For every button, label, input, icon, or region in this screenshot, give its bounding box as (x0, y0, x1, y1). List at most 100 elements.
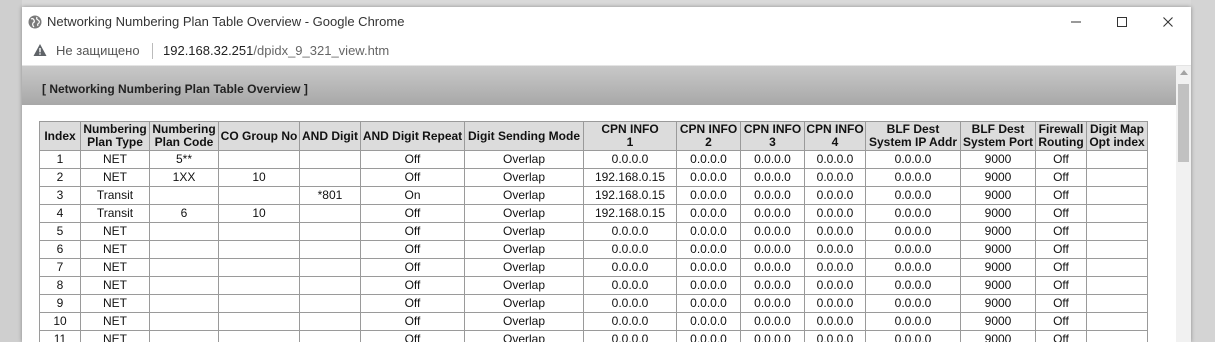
table-cell: 1 (39, 150, 81, 169)
table-cell: Overlap (464, 294, 584, 313)
maximize-button[interactable] (1099, 7, 1145, 37)
table-cell (1086, 258, 1148, 277)
table-row: 9 NET Off Overlap 0.0.0.0 0.0.0.0 0.0.0.0 0.0.0… (39, 294, 1148, 313)
table-cell: 0.0.0.0 (740, 168, 805, 187)
table-cell: 0.0.0.0 (865, 312, 961, 331)
table-cell: NET (80, 330, 150, 342)
table-cell: 0.0.0.0 (676, 312, 741, 331)
table-cell: Overlap (464, 240, 584, 259)
table-cell: 9000 (960, 258, 1036, 277)
table-cell: 0.0.0.0 (865, 276, 961, 295)
table-cell: 10 (39, 312, 81, 331)
table-cell (218, 312, 300, 331)
table-cell (299, 222, 361, 241)
table-cell (149, 276, 219, 295)
window-title: Networking Numbering Plan Table Overview… (47, 14, 405, 29)
table-cell: Overlap (464, 312, 584, 331)
table-row: 7 NET Off Overlap 0.0.0.0 0.0.0.0 0.0.0.0 0.0.0… (39, 258, 1148, 277)
column-header: Numbering Plan Type (80, 121, 150, 151)
table-cell: 0.0.0.0 (740, 240, 805, 259)
table-cell: Off (1035, 204, 1087, 223)
column-header-text: CO Group No (220, 128, 298, 143)
column-header-text: System Port (962, 135, 1034, 149)
table-cell: Overlap (464, 168, 584, 187)
url-text[interactable]: 192.168.32.251/dpidx_9_321_view.htm (163, 43, 389, 58)
table-cell: 0.0.0.0 (583, 312, 677, 331)
table-cell: 0.0.0.0 (865, 294, 961, 313)
column-header: Digit Map Opt index (1086, 121, 1148, 151)
table-row: 8 NET Off Overlap 0.0.0.0 0.0.0.0 0.0.0.0 0.0.0… (39, 276, 1148, 295)
table-cell: 9000 (960, 330, 1036, 342)
table-cell: On (360, 186, 465, 205)
table-cell: 9000 (960, 294, 1036, 313)
column-header-text: Numbering (152, 122, 216, 136)
table-cell: NET (80, 258, 150, 277)
column-header: Numbering Plan Code (149, 121, 219, 151)
table-cell (299, 312, 361, 331)
globe-icon (28, 15, 42, 29)
table-cell (1086, 330, 1148, 342)
warning-triangle-icon[interactable] (33, 43, 47, 57)
table-cell: 0.0.0.0 (740, 276, 805, 295)
table-cell: 7 (39, 258, 81, 277)
minimize-button[interactable] (1053, 7, 1099, 37)
column-header: Index (39, 121, 81, 151)
table-cell (218, 276, 300, 295)
maximize-icon (1117, 17, 1127, 27)
table-cell (218, 150, 300, 169)
column-header-text: AND Digit Repeat (362, 128, 463, 143)
table-cell: 9000 (960, 150, 1036, 169)
table-cell (299, 150, 361, 169)
table-cell (1086, 204, 1148, 223)
table-cell: NET (80, 222, 150, 241)
table-cell: 0.0.0.0 (865, 258, 961, 277)
table-cell: 0.0.0.0 (804, 312, 866, 331)
vertical-scrollbar[interactable] (1176, 66, 1191, 342)
table-cell (1086, 294, 1148, 313)
table-cell: 0.0.0.0 (865, 168, 961, 187)
table-cell: Off (1035, 186, 1087, 205)
table-cell (299, 294, 361, 313)
column-header-text: Digit Map (1090, 122, 1144, 136)
table-cell: 4 (39, 204, 81, 223)
desktop-background-right (1191, 0, 1215, 342)
table-cell: 0.0.0.0 (676, 186, 741, 205)
close-button[interactable] (1145, 7, 1191, 37)
table-cell (1086, 150, 1148, 169)
column-header-text: System IP Addr (868, 135, 958, 149)
table-cell (149, 222, 219, 241)
table-cell: 0.0.0.0 (865, 150, 961, 169)
table-cell: 10 (218, 168, 300, 187)
table-cell: 0.0.0.0 (804, 222, 866, 241)
table-cell: 9000 (960, 312, 1036, 331)
table-cell: Overlap (464, 204, 584, 223)
table-cell: 9000 (960, 222, 1036, 241)
security-label[interactable]: Не защищено (56, 43, 140, 58)
table-cell: 5 (39, 222, 81, 241)
address-bar[interactable]: Не защищено 192.168.32.251/dpidx_9_321_v… (22, 37, 1191, 66)
table-cell: Transit (80, 186, 150, 205)
table-cell (218, 294, 300, 313)
table-cell (1086, 186, 1148, 205)
table-cell: 9 (39, 294, 81, 313)
table-cell: 0.0.0.0 (583, 294, 677, 313)
column-header-text: CPN INFO (601, 122, 659, 136)
column-header-text: 3 (769, 135, 776, 149)
scroll-up-arrow-icon[interactable] (1180, 70, 1188, 75)
table-row: 3 Transit *801 On Overlap 192.168.0.15 0.0.0.0… (39, 186, 1148, 205)
table-cell: Off (1035, 150, 1087, 169)
scrollbar-thumb[interactable] (1178, 84, 1189, 162)
table-cell: Off (1035, 330, 1087, 342)
column-header-text: CPN INFO (679, 122, 738, 136)
column-header-text: BLF Dest (971, 122, 1025, 136)
table-cell (149, 294, 219, 313)
table-cell (149, 330, 219, 342)
table-cell: 192.168.0.15 (583, 168, 677, 187)
table-cell: Off (360, 312, 465, 331)
column-header: BLF Dest System Port (960, 121, 1036, 151)
title-bar[interactable]: Networking Numbering Plan Table Overview… (22, 7, 1191, 37)
table-cell (1086, 276, 1148, 295)
table-cell (1086, 222, 1148, 241)
column-header-text: Digit Sending Mode (468, 128, 580, 143)
table-cell: 0.0.0.0 (676, 240, 741, 259)
